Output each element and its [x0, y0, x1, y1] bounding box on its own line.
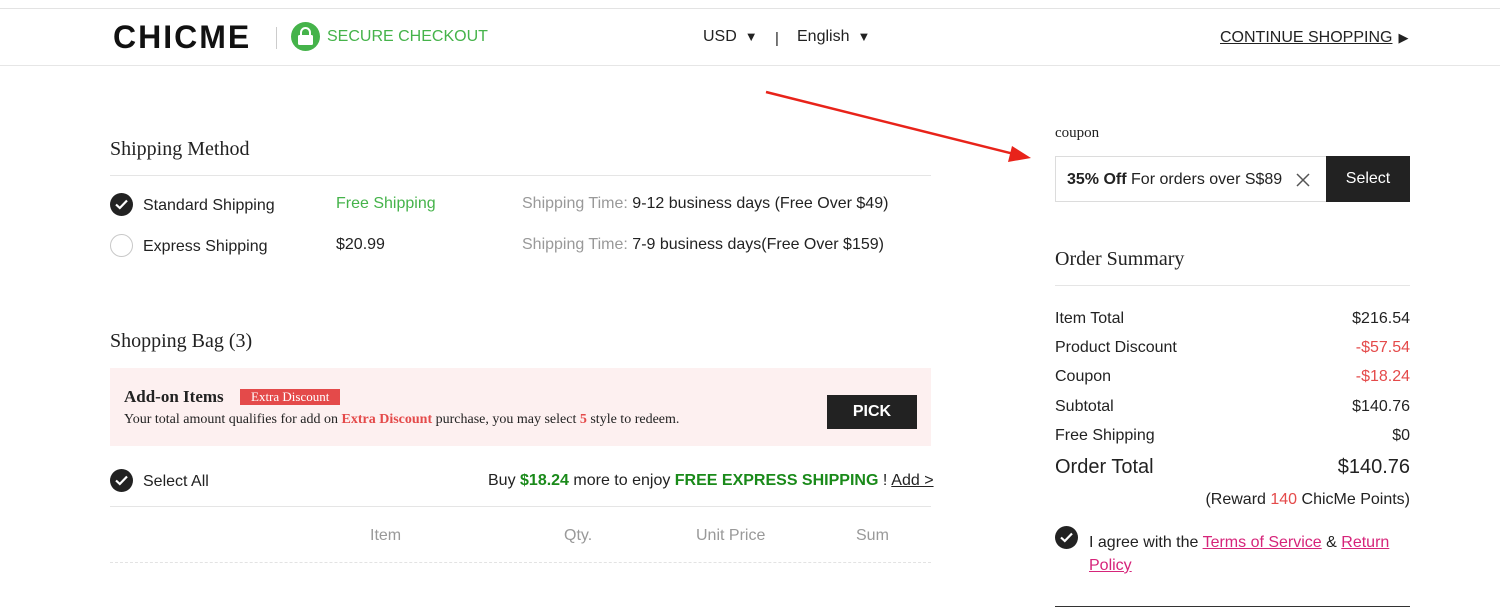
annotation-arrow-icon	[765, 90, 1031, 162]
